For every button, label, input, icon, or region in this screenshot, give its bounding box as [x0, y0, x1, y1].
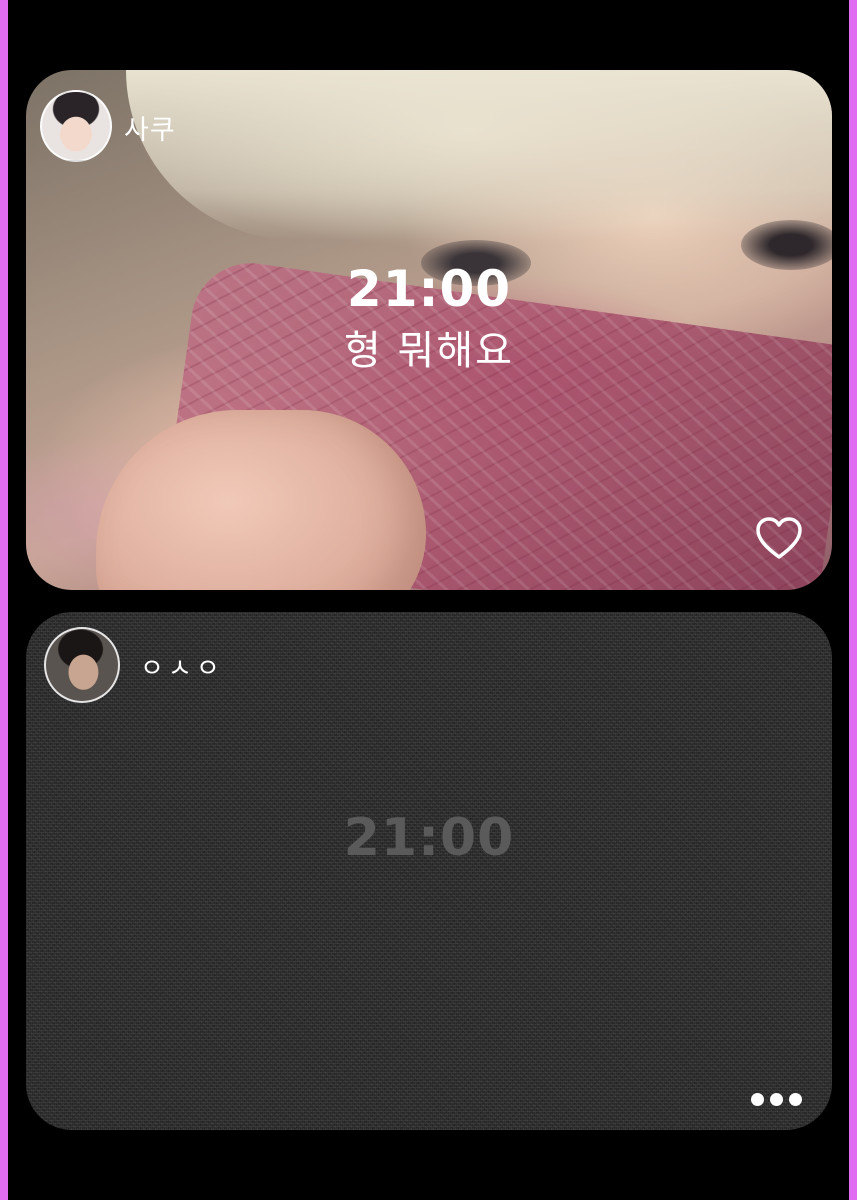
more-horizontal-icon[interactable]: [751, 1093, 802, 1106]
dot: [789, 1093, 802, 1106]
photo-post-card[interactable]: 사쿠 21:00 형 뭐해요: [26, 70, 832, 590]
post-time: 21:00: [346, 260, 512, 318]
avatar[interactable]: [44, 627, 120, 703]
dot: [770, 1093, 783, 1106]
screen: 사쿠 21:00 형 뭐해요 ㅇㅅㅇ 21:00: [0, 0, 857, 1200]
left-edge-bar: [0, 0, 8, 1200]
username[interactable]: ㅇㅅㅇ: [140, 648, 224, 685]
post-time: 21:00: [343, 808, 515, 868]
avatar[interactable]: [40, 90, 112, 162]
post-caption: 형 뭐해요: [344, 328, 514, 374]
right-edge-bar: [849, 0, 857, 1200]
username[interactable]: 사쿠: [124, 108, 176, 147]
photo-hair-region: [126, 70, 832, 240]
dot: [751, 1093, 764, 1106]
heart-icon[interactable]: [754, 514, 804, 564]
noise-post-card[interactable]: ㅇㅅㅇ 21:00: [26, 612, 832, 1130]
photo-hand-region: [96, 410, 426, 590]
